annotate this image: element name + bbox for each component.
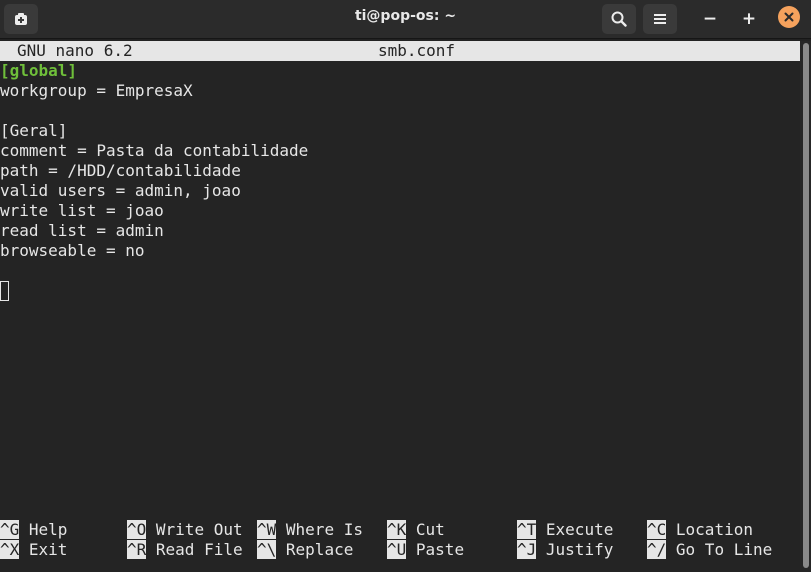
buffer-line: read list = admin xyxy=(0,221,164,240)
minimize-button[interactable]: − xyxy=(695,4,725,34)
nano-header: GNU nano 6.2 smb.conf xyxy=(0,41,800,61)
editor-buffer[interactable]: [global] workgroup = EmpresaX [Geral] co… xyxy=(0,61,800,301)
shortcut-row: ^X Exit ^R Read File ^\ Replace ^U Paste… xyxy=(0,540,800,560)
shortcut-row: ^G Help ^O Write Out ^W Where Is ^K Cut … xyxy=(0,520,800,540)
shortcut-key: ^J xyxy=(517,540,537,559)
hamburger-menu-icon xyxy=(654,14,666,24)
shortcut-where-is[interactable]: ^W Where Is xyxy=(257,520,363,540)
shortcut-read-file[interactable]: ^R Read File xyxy=(127,540,243,560)
maximize-button[interactable]: + xyxy=(734,4,764,34)
buffer-line: [global] xyxy=(0,61,78,80)
scrollbar[interactable] xyxy=(800,41,811,572)
shortcut-justify[interactable]: ^J Justify xyxy=(517,540,613,560)
scrollbar-thumb[interactable] xyxy=(803,43,809,568)
new-tab-icon xyxy=(15,13,27,25)
close-button[interactable] xyxy=(778,6,800,28)
window-title: ti@pop-os: ~ xyxy=(354,8,457,24)
text-cursor xyxy=(0,281,9,301)
shortcut-key: ^K xyxy=(387,520,407,539)
shortcut-key: ^C xyxy=(647,520,667,539)
shortcut-label: Where Is xyxy=(285,520,363,539)
shortcut-bar: ^G Help ^O Write Out ^W Where Is ^K Cut … xyxy=(0,520,800,560)
buffer-line: path = /HDD/contabilidade xyxy=(0,161,241,180)
shortcut-key: ^G xyxy=(0,520,20,539)
shortcut-label: Go To Line xyxy=(675,540,773,559)
buffer-line: comment = Pasta da contabilidade xyxy=(0,141,309,160)
buffer-line: browseable = no xyxy=(0,241,145,260)
nano-version: GNU nano 6.2 xyxy=(17,41,133,60)
search-button[interactable] xyxy=(602,4,636,34)
shortcut-label: Justify xyxy=(545,540,614,559)
shortcut-help[interactable]: ^G Help xyxy=(0,520,67,540)
terminal-area[interactable]: GNU nano 6.2 smb.conf [global] workgroup… xyxy=(0,41,800,572)
shortcut-label: Read File xyxy=(155,540,243,559)
shortcut-exit[interactable]: ^X Exit xyxy=(0,540,67,560)
shortcut-key: ^/ xyxy=(647,540,667,559)
shortcut-write-out[interactable]: ^O Write Out xyxy=(127,520,243,540)
shortcut-label: Help xyxy=(28,520,68,539)
shortcut-key: ^R xyxy=(127,540,147,559)
shortcut-label: Write Out xyxy=(155,520,243,539)
shortcut-go-to-line[interactable]: ^/ Go To Line xyxy=(647,540,772,560)
menu-button[interactable] xyxy=(643,4,677,34)
shortcut-key: ^O xyxy=(127,520,147,539)
shortcut-label: Cut xyxy=(415,520,445,539)
shortcut-key: ^U xyxy=(387,540,407,559)
file-name: smb.conf xyxy=(378,41,456,60)
shortcut-paste[interactable]: ^U Paste xyxy=(387,540,464,560)
maximize-icon: + xyxy=(741,9,757,29)
close-icon xyxy=(784,12,794,22)
shortcut-key: ^T xyxy=(517,520,537,539)
minimize-icon: − xyxy=(702,9,718,29)
shortcut-label: Paste xyxy=(415,540,465,559)
title-bar: ti@pop-os: ~ − + xyxy=(0,0,811,39)
new-tab-button[interactable] xyxy=(4,4,38,34)
shortcut-key: ^\ xyxy=(257,540,277,559)
terminal-window: ti@pop-os: ~ − + GNU nano 6.2 smb.conf [… xyxy=(0,0,811,572)
shortcut-cut[interactable]: ^K Cut xyxy=(387,520,445,540)
shortcut-label: Replace xyxy=(285,540,354,559)
shortcut-label: Exit xyxy=(28,540,68,559)
buffer-line: [Geral] xyxy=(0,121,68,140)
shortcut-label: Location xyxy=(675,520,753,539)
shortcut-replace[interactable]: ^\ Replace xyxy=(257,540,353,560)
buffer-line: write list = joao xyxy=(0,201,164,220)
shortcut-key: ^W xyxy=(257,520,277,539)
shortcut-location[interactable]: ^C Location xyxy=(647,520,753,540)
shortcut-key: ^X xyxy=(0,540,20,559)
buffer-line: valid users = admin, joao xyxy=(0,181,241,200)
shortcut-execute[interactable]: ^T Execute xyxy=(517,520,613,540)
buffer-line: workgroup = EmpresaX xyxy=(0,81,193,100)
search-icon xyxy=(611,11,627,27)
shortcut-label: Execute xyxy=(545,520,614,539)
buffer-line xyxy=(0,101,800,121)
